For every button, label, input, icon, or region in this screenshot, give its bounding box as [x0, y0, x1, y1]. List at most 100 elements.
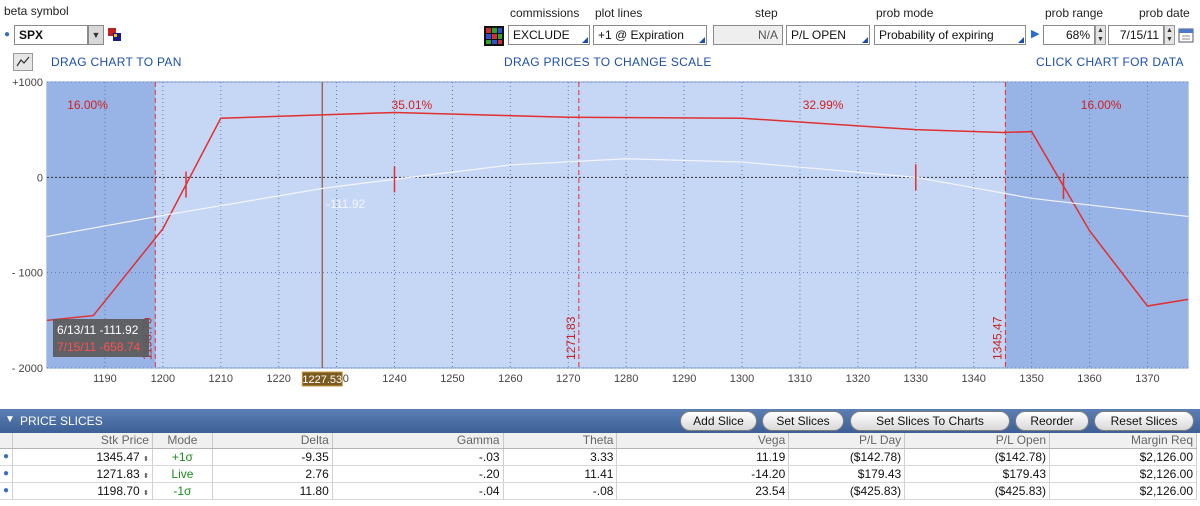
set-slices-button[interactable]: Set Slices: [762, 411, 844, 431]
x-tick-label: 1370: [1135, 373, 1159, 385]
row-link-icon[interactable]: ●: [0, 465, 14, 483]
stepper-down-icon[interactable]: ▼: [1096, 35, 1105, 44]
commissions-select[interactable]: EXCLUDE: [508, 25, 590, 45]
calendar-icon[interactable]: [1178, 27, 1194, 43]
expand-arrow-icon[interactable]: ▶: [1031, 27, 1039, 40]
set-slices-to-charts-button[interactable]: Set Slices To Charts: [850, 411, 1010, 431]
prob-range-label: prob range: [1045, 6, 1104, 20]
column-header[interactable]: Mode: [152, 433, 213, 449]
symbol-input[interactable]: SPX: [14, 25, 88, 45]
prob-date-label: prob date: [1139, 6, 1190, 20]
prob-mode-select[interactable]: Probability of expiring: [874, 25, 1026, 45]
symbol-value: SPX: [19, 28, 44, 42]
stk-price-cell[interactable]: 1271.83 ⬍: [12, 465, 153, 483]
column-header[interactable]: Margin Req: [1049, 433, 1197, 449]
chart-style-icon[interactable]: [13, 53, 33, 71]
prob-line-label: 1345.47: [990, 316, 1004, 360]
row-link-icon[interactable]: ●: [0, 482, 14, 500]
x-tick-label: 1300: [730, 373, 754, 385]
stk-price-cell[interactable]: 1198.70 ⬍: [12, 482, 153, 500]
x-tick-label: 1270: [556, 373, 580, 385]
pl-day-cell: ($142.78): [788, 448, 906, 466]
commissions-label: commissions: [510, 6, 580, 20]
prob-range-input[interactable]: 68%: [1043, 25, 1095, 45]
reorder-button[interactable]: Reorder: [1015, 411, 1089, 431]
column-header[interactable]: Stk Price: [12, 433, 153, 449]
prob-range-value: 68%: [1065, 28, 1090, 42]
x-tick-label: 1240: [382, 373, 406, 385]
pl-day-cell: $179.43: [788, 465, 906, 483]
chart-area[interactable]: 1190120012101220123012401250126012701280…: [0, 72, 1200, 402]
x-tick-label: 1280: [614, 373, 638, 385]
stepper-icon[interactable]: ⬍: [143, 473, 149, 480]
prob-range-stepper[interactable]: ▲ ▼: [1095, 25, 1106, 45]
add-slice-button[interactable]: Add Slice: [680, 411, 757, 431]
right-tail-shade: [1005, 82, 1188, 368]
price-slices-bar: ▼ PRICE SLICES Add Slice Set Slices Set …: [0, 409, 1200, 433]
pl-mode-value: P/L OPEN: [791, 28, 846, 42]
link-dot-icon: ●: [4, 29, 11, 40]
y-tick-label: 0: [37, 172, 43, 184]
prob-date-input[interactable]: 7/15/11: [1108, 25, 1164, 45]
pl-mode-select[interactable]: P/L OPEN: [786, 25, 870, 45]
row-link-icon[interactable]: ●: [0, 448, 14, 466]
stk-price-value: 1271.83: [96, 466, 140, 481]
pl-chart[interactable]: 1190120012101220123012401250126012701280…: [0, 72, 1200, 402]
column-header[interactable]: Delta: [212, 433, 333, 449]
y-tick-label: - 2000: [12, 363, 43, 375]
commissions-value: EXCLUDE: [513, 28, 570, 42]
price-slices-table-wrap: Stk Price Mode Delta Gamma Theta Vega P/…: [0, 433, 1200, 506]
x-tick-label: 1320: [846, 373, 870, 385]
vega-cell: 23.54: [616, 482, 790, 500]
zone-probability-label: 16.00%: [1081, 98, 1122, 112]
x-tick-label: 1290: [672, 373, 696, 385]
table-row[interactable]: ● 1198.70 ⬍ -1σ 11.80 -.04 -.08 23.54 ($…: [0, 482, 1197, 500]
collapse-arrow-icon[interactable]: ▼: [5, 414, 15, 425]
theta-cell: 3.33: [503, 448, 618, 466]
vega-cell: -14.20: [616, 465, 790, 483]
mode-cell[interactable]: +1σ: [152, 448, 213, 466]
column-header[interactable]: Gamma: [332, 433, 504, 449]
symbol-dropdown-icon[interactable]: ▼: [88, 25, 104, 45]
stk-price-value: 1198.70: [97, 483, 140, 498]
price-slices-title: PRICE SLICES: [20, 414, 103, 428]
symbol-lookup-icon[interactable]: [108, 28, 122, 42]
table-row[interactable]: ● 1271.83 ⬍ Live 2.76 -.20 11.41 -14.20 …: [0, 465, 1197, 483]
theta-cell: -.08: [503, 482, 618, 500]
stepper-icon[interactable]: ⬍: [143, 490, 149, 497]
color-grid-icon[interactable]: [484, 26, 504, 46]
x-tick-label: 1210: [209, 373, 233, 385]
column-header[interactable]: Theta: [503, 433, 618, 449]
x-tick-label: 1330: [904, 373, 928, 385]
prob-date-stepper[interactable]: ▲ ▼: [1164, 25, 1175, 45]
stepper-up-icon[interactable]: ▲: [1096, 26, 1105, 35]
plot-lines-label: plot lines: [595, 6, 643, 20]
stepper-down-icon[interactable]: ▼: [1165, 35, 1174, 44]
mode-cell[interactable]: Live: [152, 465, 213, 483]
click-data-hint: CLICK CHART FOR DATA: [1036, 55, 1184, 69]
tooltip-line-current: 6/13/11 -111.92: [57, 323, 139, 337]
step-input[interactable]: N/A: [713, 25, 783, 45]
column-header[interactable]: Vega: [616, 433, 790, 449]
pl-day-cell: ($425.83): [788, 482, 906, 500]
y-tick-label: +1000: [12, 77, 43, 89]
stk-price-cell[interactable]: 1345.47 ⬍: [12, 448, 153, 466]
reset-slices-button[interactable]: Reset Slices: [1094, 411, 1194, 431]
cursor-value-label: -111.92: [326, 197, 365, 211]
column-header[interactable]: P/L Day: [788, 433, 906, 449]
beta-symbol-label: beta symbol: [4, 4, 69, 18]
price-slices-table: Stk Price Mode Delta Gamma Theta Vega P/…: [0, 433, 1197, 500]
stepper-up-icon[interactable]: ▲: [1165, 26, 1174, 35]
table-row[interactable]: ● 1345.47 ⬍ +1σ -9.35 -.03 3.33 11.19 ($…: [0, 448, 1197, 466]
mode-cell[interactable]: -1σ: [152, 482, 213, 500]
vega-cell: 11.19: [616, 448, 790, 466]
x-tick-label: 1250: [440, 373, 464, 385]
stepper-icon[interactable]: ⬍: [143, 456, 149, 463]
tooltip-line-expiration: 7/15/11 -658.74: [57, 340, 141, 354]
step-label: step: [755, 6, 778, 20]
column-header[interactable]: P/L Open: [904, 433, 1051, 449]
y-tick-label: - 1000: [12, 268, 43, 280]
zone-probability-label: 32.99%: [803, 98, 844, 112]
plot-lines-select[interactable]: +1 @ Expiration: [593, 25, 707, 45]
x-tick-label: 1360: [1077, 373, 1101, 385]
